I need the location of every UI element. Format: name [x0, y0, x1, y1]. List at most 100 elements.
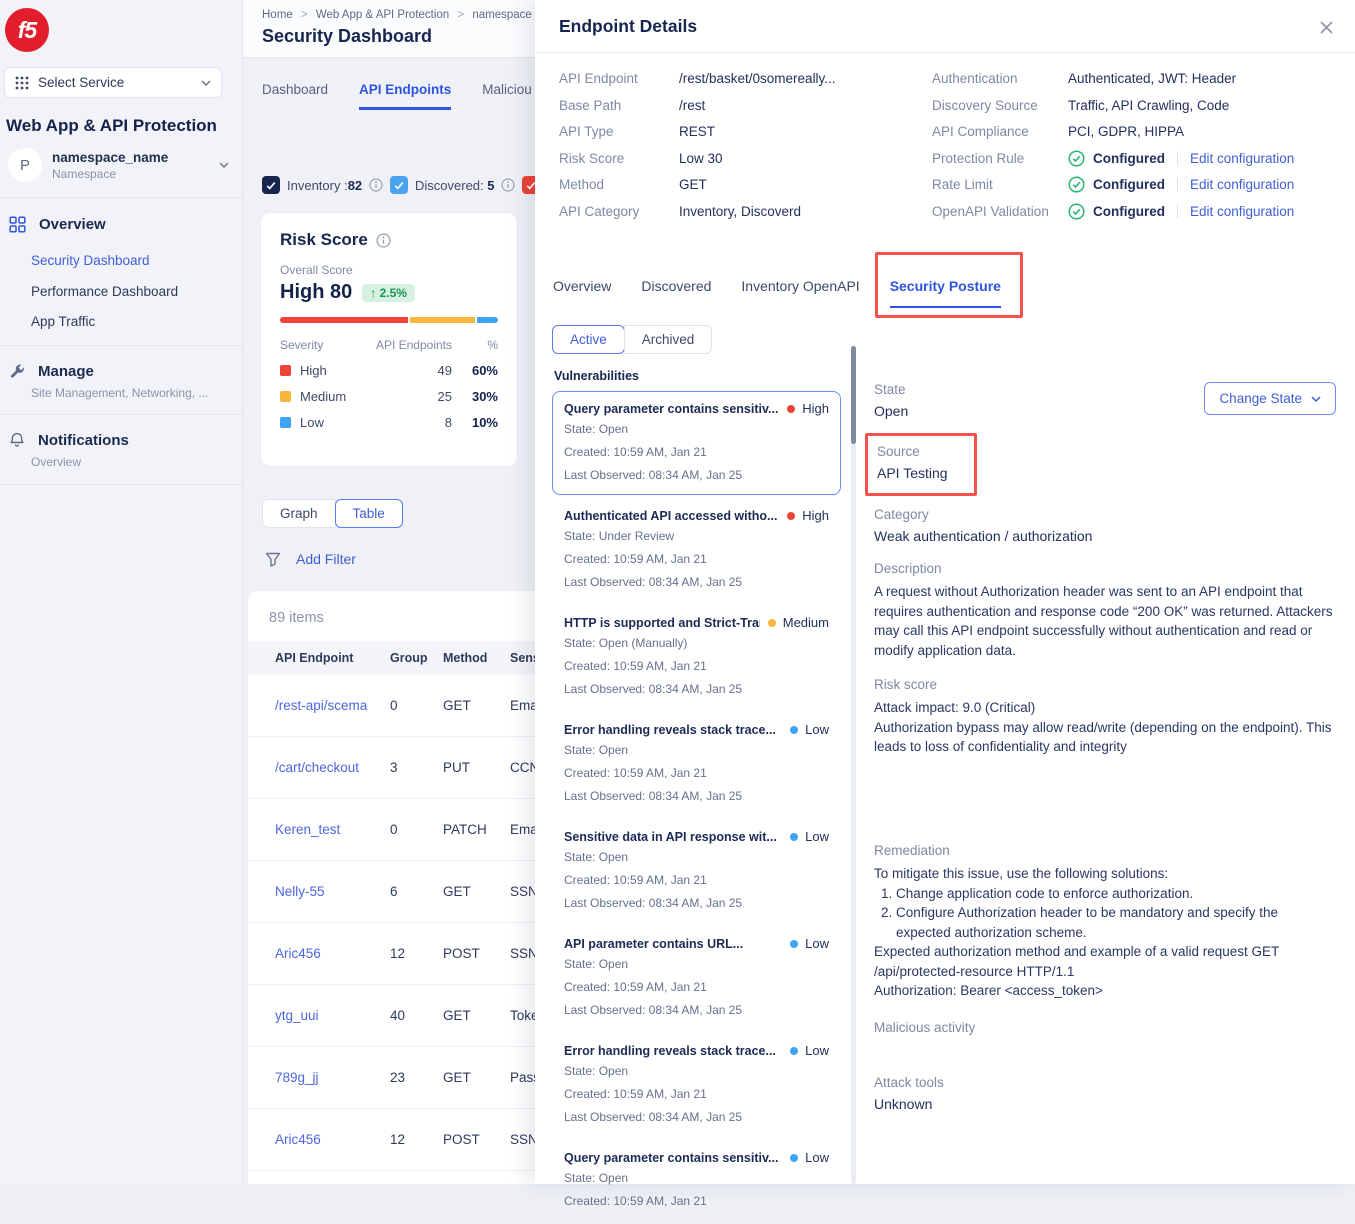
- endpoint-link[interactable]: Keren_test: [275, 822, 340, 837]
- add-filter-button[interactable]: Add Filter: [265, 551, 356, 567]
- endpoint-link[interactable]: 789g_jj: [275, 1070, 319, 1085]
- divider: [0, 484, 243, 485]
- cell-sensitive: CCN: [510, 760, 535, 775]
- shadow-checkbox[interactable]: [522, 176, 535, 194]
- description-text: A request without Authorization header w…: [874, 582, 1336, 660]
- page-title: Security Dashboard: [262, 26, 432, 47]
- tab-inventory-openapi[interactable]: Inventory OpenAPI: [741, 278, 859, 308]
- sidebar-section-notifications[interactable]: Notifications: [9, 432, 129, 449]
- severity-label: Low: [805, 1043, 829, 1058]
- table-row: /rest-api/scema 0 GET Emai: [248, 675, 535, 737]
- vulnerability-item[interactable]: HTTP is supported and Strict-Tran... Med…: [552, 605, 841, 709]
- vulnerability-item[interactable]: Error handling reveals stack trace... Lo…: [552, 1033, 841, 1137]
- legend-row-low: Low 8 10%: [280, 415, 498, 430]
- sidebar-item-security-dashboard[interactable]: Security Dashboard: [31, 253, 150, 268]
- namespace-selector[interactable]: P namespace_name Namespace: [8, 148, 235, 182]
- field-label: Discovery Source: [932, 98, 1068, 113]
- namespace-type: Namespace: [52, 167, 168, 181]
- endpoint-link[interactable]: Aric456: [275, 1132, 321, 1147]
- bar-segment-low: [477, 317, 498, 323]
- vulnerability-item[interactable]: Error handling reveals stack trace... Lo…: [552, 712, 841, 816]
- sidebar-section-manage[interactable]: Manage: [9, 363, 94, 380]
- col-sensitive[interactable]: Sensi: [510, 651, 535, 665]
- select-service-label: Select Service: [38, 75, 192, 90]
- field-label: OpenAPI Validation: [932, 204, 1068, 219]
- overall-score-label: Overall Score: [280, 263, 498, 277]
- tab-api-endpoints[interactable]: API Endpoints: [359, 82, 451, 110]
- close-button[interactable]: [1315, 16, 1337, 38]
- active-filter-button[interactable]: Active: [552, 325, 625, 354]
- vuln-state: State: Open: [564, 1061, 829, 1081]
- endpoint-link[interactable]: /cart/checkout: [275, 760, 359, 775]
- vulnerability-item[interactable]: API parameter contains URL... Low State:…: [552, 926, 841, 1030]
- sidebar: f5 Select Service Web App & API Protecti…: [0, 0, 243, 1184]
- scrollbar-thumb[interactable]: [851, 346, 856, 444]
- overview-label: Overview: [39, 216, 106, 233]
- wrench-icon: [9, 364, 25, 380]
- cell-group: 12: [390, 946, 443, 961]
- sidebar-item-app-traffic[interactable]: App Traffic: [31, 314, 95, 329]
- remediation-step: Configure Authorization header to be man…: [896, 903, 1336, 942]
- status-badge: Configured: [1093, 151, 1165, 166]
- legend-name: Medium: [300, 389, 346, 404]
- tab-overview[interactable]: Overview: [553, 278, 611, 308]
- info-icon[interactable]: [501, 178, 515, 192]
- severity-label: Low: [805, 1150, 829, 1165]
- col-method[interactable]: Method: [443, 651, 510, 665]
- security-dashboard-panel: Home > Web App & API Protection > namesp…: [243, 0, 535, 1184]
- breadcrumb-home[interactable]: Home: [262, 9, 293, 21]
- severity-dot-icon: [790, 726, 798, 734]
- sidebar-section-overview[interactable]: Overview: [9, 216, 106, 233]
- cell-group: 23: [390, 1070, 443, 1085]
- vuln-observed: Last Observed: 08:34 AM, Jan 25: [564, 679, 829, 699]
- vulnerability-item[interactable]: Authenticated API accessed witho... High…: [552, 498, 841, 602]
- graph-view-button[interactable]: Graph: [262, 499, 336, 528]
- vuln-state: State: Open: [564, 419, 829, 439]
- legend-row-medium: Medium 25 30%: [280, 389, 498, 404]
- inventory-checkbox[interactable]: [262, 176, 280, 194]
- vuln-state: State: Open (Manually): [564, 633, 829, 653]
- tab-dashboard[interactable]: Dashboard: [262, 82, 328, 110]
- col-api-endpoint[interactable]: API Endpoint: [248, 651, 390, 665]
- chevron-down-icon: [219, 162, 229, 168]
- select-service-button[interactable]: Select Service: [4, 67, 222, 98]
- endpoint-link[interactable]: /rest-api/scema: [275, 698, 367, 713]
- remediation-step: Change application code to enforce autho…: [896, 884, 1336, 904]
- tab-discovered[interactable]: Discovered: [641, 278, 711, 308]
- discovered-checkbox[interactable]: [390, 176, 408, 194]
- info-icon[interactable]: [376, 233, 391, 248]
- cell-group: 6: [390, 884, 443, 899]
- vuln-title: HTTP is supported and Strict-Tran...: [564, 616, 760, 630]
- sidebar-item-performance-dashboard[interactable]: Performance Dashboard: [31, 284, 178, 299]
- table-row: 789g_jj 23 GET Pass: [248, 1047, 535, 1109]
- edit-configuration-link[interactable]: Edit configuration: [1190, 177, 1294, 192]
- scrollbar-track[interactable]: [851, 346, 856, 1184]
- endpoint-link[interactable]: ytg_uui: [275, 1008, 319, 1023]
- change-state-button[interactable]: Change State: [1204, 382, 1336, 415]
- cell-method: GET: [443, 1008, 510, 1023]
- vulnerability-item[interactable]: Sensitive data in API response wit... Lo…: [552, 819, 841, 923]
- edit-configuration-link[interactable]: Edit configuration: [1190, 151, 1294, 166]
- cell-method: PATCH: [443, 822, 510, 837]
- cell-method: GET: [443, 1070, 510, 1085]
- col-group[interactable]: Group: [390, 651, 443, 665]
- vulnerability-item[interactable]: Query parameter contains sensitiv... Hig…: [552, 391, 841, 495]
- discovered-count: 5: [487, 178, 494, 193]
- product-title: Web App & API Protection: [6, 116, 217, 136]
- breadcrumb-product[interactable]: Web App & API Protection: [316, 9, 449, 21]
- info-icon[interactable]: [369, 178, 383, 192]
- edit-configuration-link[interactable]: Edit configuration: [1190, 204, 1294, 219]
- archived-filter-button[interactable]: Archived: [624, 325, 713, 354]
- vulnerability-item[interactable]: Query parameter contains sensitiv... Low…: [552, 1140, 841, 1221]
- cell-sensitive: SSN: [510, 946, 535, 961]
- endpoint-link[interactable]: Aric456: [275, 946, 321, 961]
- breadcrumb-namespace[interactable]: namespace: [472, 9, 531, 21]
- cell-sensitive: Pass: [510, 1070, 535, 1085]
- chevron-down-icon: [201, 80, 211, 86]
- endpoint-link[interactable]: Nelly-55: [275, 884, 325, 899]
- cell-method: POST: [443, 1132, 510, 1147]
- table-view-button[interactable]: Table: [335, 499, 403, 528]
- tab-malicious[interactable]: Maliciou: [482, 82, 532, 110]
- risk-score-label: Risk score: [874, 677, 1336, 692]
- legend-pct: 60%: [452, 363, 498, 378]
